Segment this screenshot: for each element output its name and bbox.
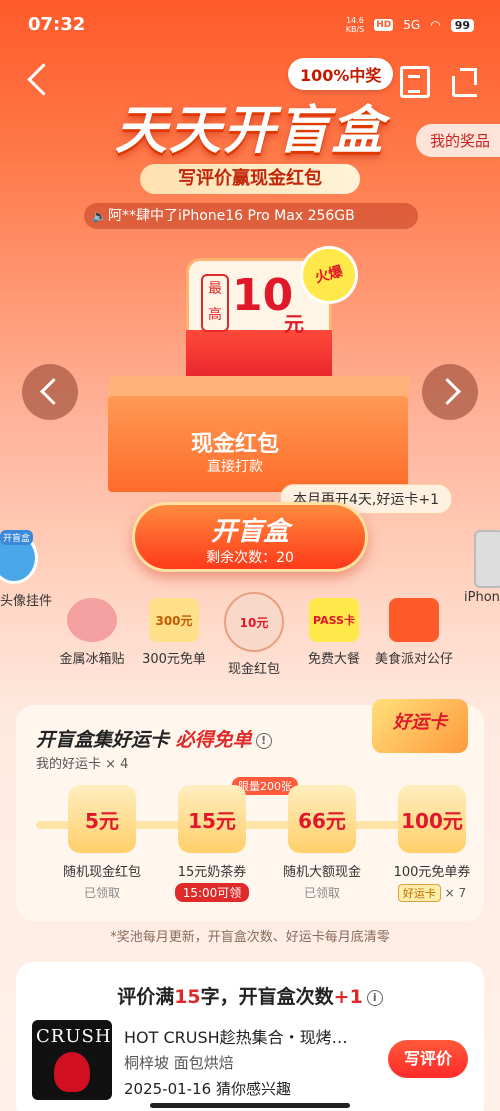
lucky-title-highlight: 必得免单 xyxy=(175,729,252,751)
prize-thumb: 10元 xyxy=(224,592,284,652)
status-time: 07:32 xyxy=(28,14,86,35)
reward-stage[interactable]: 66元 随机大额现金 已领取 xyxy=(272,785,372,901)
prize-name: 现金红包 xyxy=(227,662,280,677)
prize-name: 免费大餐 xyxy=(307,652,360,667)
side-right-label: iPhon xyxy=(464,590,500,605)
review-title-mid: 字，开盲盒次数 xyxy=(200,986,334,1008)
prize-unit: 元 xyxy=(284,312,304,336)
stage-status: 已领取 xyxy=(303,886,340,900)
shop-location: 桐梓坡 面包烘焙 xyxy=(124,1054,234,1072)
prize-name: 300元免单 xyxy=(142,652,206,667)
review-title-num: 15 xyxy=(174,986,201,1008)
my-prizes-button[interactable]: 我的奖品 xyxy=(415,124,500,157)
open-box-label: 开盲盒 xyxy=(210,517,289,547)
review-title-prefix: 评价满 xyxy=(117,986,175,1008)
carousel-next-button[interactable] xyxy=(422,364,478,420)
info-icon[interactable]: ! xyxy=(255,733,272,749)
reward-stage[interactable]: 100元 100元免单券 好运卡 × 7 xyxy=(382,785,482,902)
poster-heart-icon xyxy=(54,1052,90,1092)
my-lucky-cards: 我的好运卡 × 4 xyxy=(36,757,129,772)
poster-text: CRUSH xyxy=(36,1026,112,1047)
prize-thumb xyxy=(389,598,439,642)
prize-max-label: 最高 xyxy=(201,274,229,332)
win-rate-badge: 100%中奖 xyxy=(288,58,394,90)
stage-name: 随机大额现金 xyxy=(282,865,361,880)
reward-stage[interactable]: 15元 15元奶茶券 15:00可领 xyxy=(162,785,262,902)
prize-item[interactable]: 金属冰箱贴 xyxy=(52,598,132,667)
signal-icon: 5G xyxy=(403,18,421,32)
hd-icon: HD xyxy=(374,19,394,31)
visit-date: 2025-01-16 猜你感兴趣 xyxy=(124,1080,291,1098)
battery-icon: 99 xyxy=(450,18,474,32)
prize-name: 金属冰箱贴 xyxy=(59,652,125,667)
stage-status: 已领取 xyxy=(83,886,120,900)
iphone-thumb[interactable] xyxy=(474,530,500,588)
stage-name: 100元免单券 xyxy=(393,865,471,880)
review-section: 评价满15字，开盲盒次数+1 i CRUSH HOT CRUSH趁热集合・现烤… … xyxy=(16,962,484,1111)
lucky-section-title: 开盲盒集好运卡 必得免单! xyxy=(36,725,272,752)
home-indicator[interactable] xyxy=(150,1103,350,1108)
stage-thumb: 15元 xyxy=(178,785,246,853)
side-left-label: 头像挂件 xyxy=(0,594,53,609)
prize-item[interactable]: 300元 300元免单 xyxy=(134,598,214,667)
prize-item-selected[interactable]: 10元 现金红包 xyxy=(214,592,294,677)
page-subtitle: 写评价赢现金红包 xyxy=(140,164,360,194)
reward-stage[interactable]: 5元 随机现金红包 已领取 xyxy=(52,785,152,901)
lucky-card-section: 开盲盒集好运卡 必得免单! 我的好运卡 × 4 好运卡 限量200张 5元 随机… xyxy=(16,699,484,921)
box-subtitle: 直接打款 xyxy=(207,459,263,475)
open-box-button[interactable]: 开盲盒 剩余次数：20 xyxy=(132,502,368,572)
review-title-plus: +1 xyxy=(333,986,363,1008)
stage-thumb: 5元 xyxy=(68,785,136,853)
stage-name: 随机现金红包 xyxy=(62,865,141,880)
shop-name[interactable]: HOT CRUSH趁热集合・现烤… xyxy=(124,1024,348,1048)
lucky-card-badge: 好运卡 xyxy=(372,699,468,753)
stage-requirement: 好运卡 × 7 xyxy=(382,884,482,902)
net-speed: 14.6 KB/S xyxy=(345,16,365,34)
prize-thumb: 300元 xyxy=(149,598,199,642)
stage-thumb: 66元 xyxy=(288,785,356,853)
status-indicators: 14.6 KB/S HD 5G ◠ 99 xyxy=(346,16,474,34)
required-count: × 7 xyxy=(444,886,467,900)
lucky-card-tag: 好运卡 xyxy=(397,884,441,902)
prize-thumb xyxy=(67,598,117,642)
marquee-text: 阿**肆中了iPhone16 Pro Max 256GB xyxy=(108,208,355,224)
write-review-button[interactable]: 写评价 xyxy=(388,1040,468,1078)
remaining-count: 剩余次数：20 xyxy=(206,550,294,566)
stage-thumb: 100元 xyxy=(398,785,466,853)
carousel-prev-button[interactable] xyxy=(22,364,78,420)
pool-notice: *奖池每月更新，开盲盒次数、好运卡每月底清零 xyxy=(110,930,390,945)
claim-time-badge[interactable]: 15:00可领 xyxy=(174,883,250,902)
review-section-title: 评价满15字，开盲盒次数+1 i xyxy=(16,982,484,1009)
prize-thumb: PASS卡 xyxy=(309,598,359,642)
prize-name: 美食派对公仔 xyxy=(374,652,453,667)
status-bar: 07:32 14.6 KB/S HD 5G ◠ 99 xyxy=(0,0,500,50)
stage-name: 15元奶茶券 xyxy=(177,865,247,880)
info-icon[interactable]: i xyxy=(366,990,383,1006)
winner-marquee: 🔈 阿**肆中了iPhone16 Pro Max 256GB xyxy=(84,203,418,229)
box-title: 现金红包 xyxy=(190,432,279,457)
speaker-icon: 🔈 xyxy=(92,209,107,223)
wifi-icon: ◠ xyxy=(430,18,441,32)
shop-poster[interactable]: CRUSH xyxy=(32,1020,112,1100)
lucky-title-prefix: 开盲盒集好运卡 xyxy=(36,729,176,751)
prize-item[interactable]: PASS卡 免费大餐 xyxy=(294,598,374,667)
prize-item[interactable]: 美食派对公仔 xyxy=(374,598,454,667)
side-left-tag: 开盲盒 xyxy=(0,530,34,545)
